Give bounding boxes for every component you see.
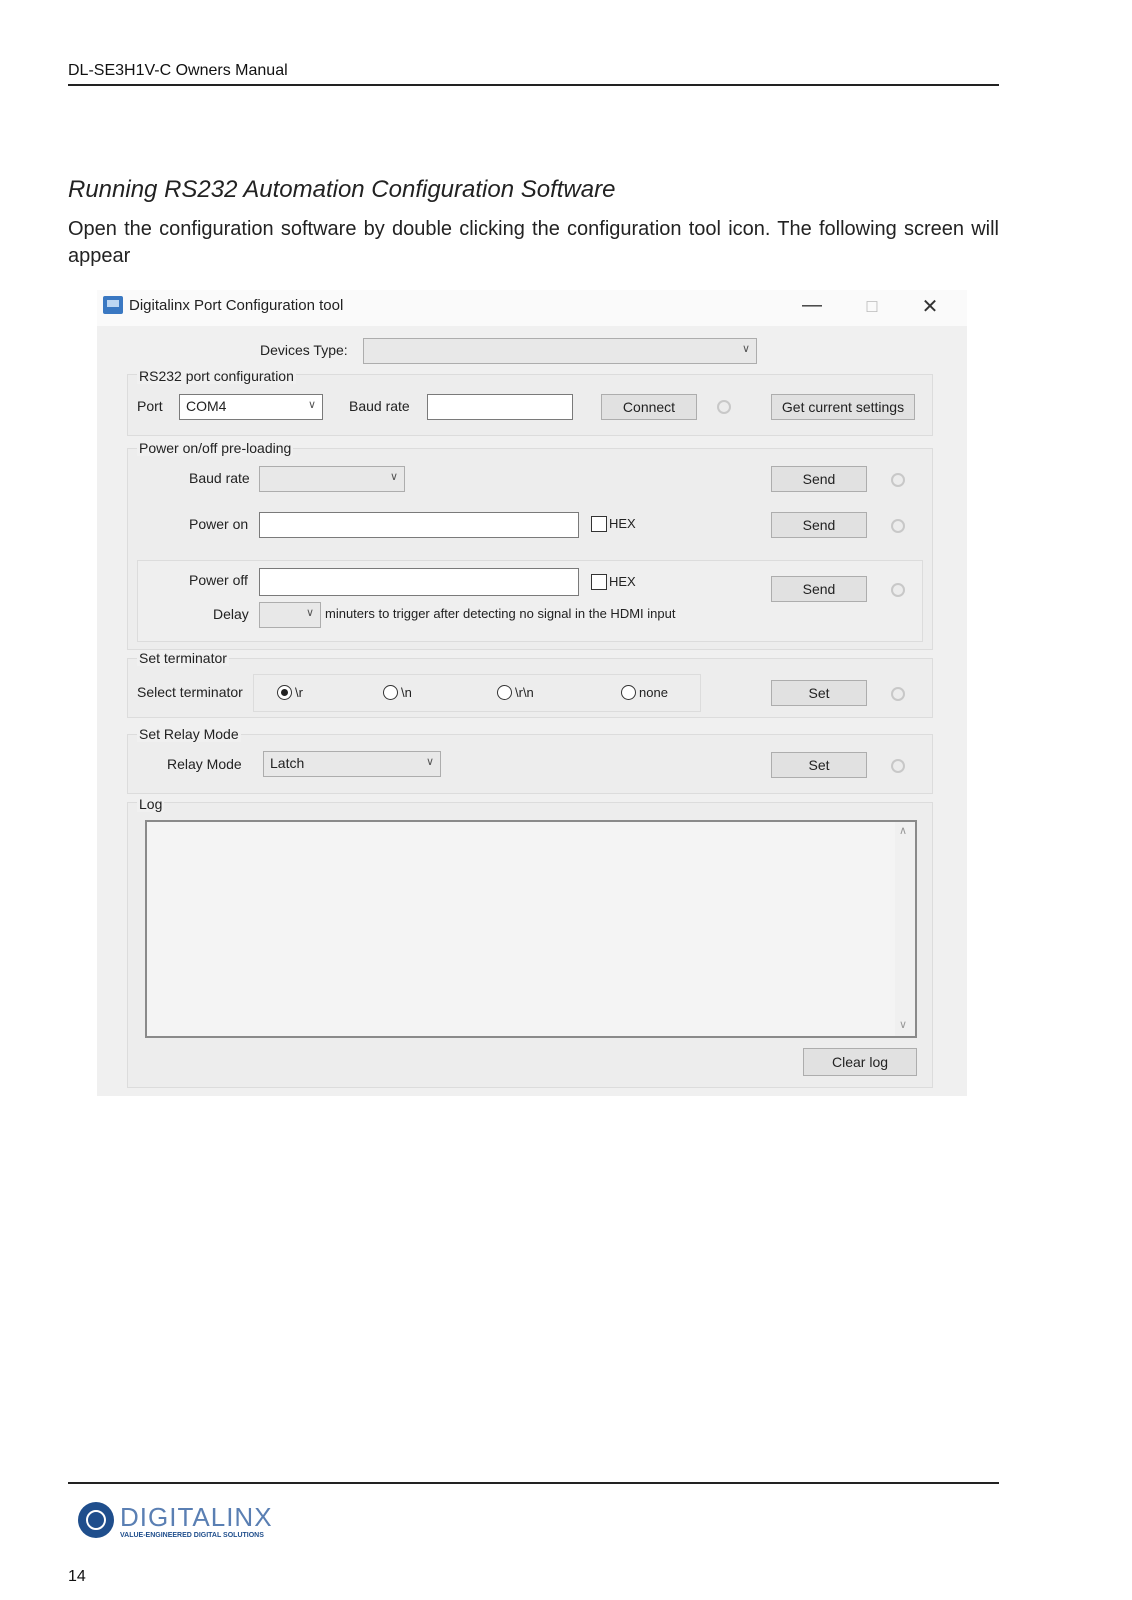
- power-baud-label: Baud rate: [189, 470, 250, 486]
- relay-mode-label: Relay Mode: [167, 756, 242, 772]
- terminator-group-label: Set terminator: [137, 650, 229, 666]
- terminator-option-n: \n: [401, 685, 412, 700]
- log-textarea[interactable]: [145, 820, 917, 1038]
- digitalinx-logo-icon: [78, 1502, 114, 1538]
- port-label: Port: [137, 398, 163, 414]
- get-current-settings-button[interactable]: Get current settings: [771, 394, 915, 420]
- chevron-down-icon: ∨: [389, 471, 398, 483]
- power-off-hex-checkbox[interactable]: [591, 574, 607, 590]
- chevron-down-icon: ∨: [741, 343, 750, 355]
- section-title: Running RS232 Automation Configuration S…: [68, 176, 616, 203]
- send-baud-button[interactable]: Send: [771, 466, 867, 492]
- config-tool-window: Digitalinx Port Configuration tool — ☐ ✕…: [97, 290, 967, 1096]
- rs232-group-label: RS232 port configuration: [137, 368, 296, 384]
- send-power-off-button[interactable]: Send: [771, 576, 867, 602]
- select-terminator-label: Select terminator: [137, 684, 243, 700]
- power-on-label: Power on: [189, 516, 249, 532]
- terminator-radio-n[interactable]: [383, 685, 398, 700]
- power-on-input[interactable]: [259, 512, 579, 538]
- devices-type-select[interactable]: ∨: [363, 338, 757, 364]
- terminator-option-rn: \r\n: [515, 685, 534, 700]
- terminator-option-r: \r: [295, 685, 303, 700]
- terminator-radio-none[interactable]: [621, 685, 636, 700]
- power-off-hex-label: HEX: [609, 574, 636, 589]
- power-off-label: Power off: [189, 572, 248, 588]
- maximize-icon[interactable]: ☐: [857, 298, 887, 316]
- window-title: Digitalinx Port Configuration tool: [129, 297, 344, 314]
- app-icon: [103, 296, 123, 314]
- power-on-hex-label: HEX: [609, 516, 636, 531]
- power-group-label: Power on/off pre-loading: [137, 440, 294, 456]
- log-scrollbar[interactable]: ∧ ∨: [895, 822, 915, 1036]
- send-baud-status-led: [891, 473, 905, 487]
- chevron-down-icon: ∨: [305, 607, 314, 619]
- delay-description: minuters to trigger after detecting no s…: [325, 606, 676, 621]
- logo-wordmark: DIGITALINX: [120, 1502, 273, 1532]
- send-power-off-status-led: [891, 583, 905, 597]
- manual-header: DL-SE3H1V-C Owners Manual: [68, 62, 288, 79]
- power-off-input[interactable]: [259, 568, 579, 596]
- rs232-baud-input[interactable]: [427, 394, 573, 420]
- intro-paragraph: Open the configuration software by doubl…: [68, 218, 999, 267]
- header-rule: [68, 84, 999, 86]
- relay-group-label: Set Relay Mode: [137, 726, 241, 742]
- chevron-down-icon: ∨: [425, 756, 434, 768]
- logo-tagline: VALUE-ENGINEERED DIGITAL SOLUTIONS: [120, 1532, 264, 1539]
- page-number: 14: [68, 1568, 86, 1585]
- relay-mode-select[interactable]: Latch ∨: [263, 751, 441, 777]
- chevron-down-icon: ∨: [307, 399, 316, 411]
- footer-rule: [68, 1482, 999, 1484]
- power-on-hex-checkbox[interactable]: [591, 516, 607, 532]
- terminator-radio-r[interactable]: [277, 685, 292, 700]
- set-terminator-status-led: [891, 687, 905, 701]
- clear-log-button[interactable]: Clear log: [803, 1048, 917, 1076]
- connect-button[interactable]: Connect: [601, 394, 697, 420]
- minimize-icon[interactable]: —: [797, 294, 827, 317]
- title-bar: Digitalinx Port Configuration tool — ☐ ✕: [97, 290, 967, 326]
- rs232-baud-label: Baud rate: [349, 398, 410, 414]
- log-group-label: Log: [137, 796, 165, 812]
- set-relay-button[interactable]: Set: [771, 752, 867, 778]
- port-value: COM4: [186, 398, 227, 414]
- devices-type-label: Devices Type:: [260, 342, 348, 358]
- terminator-radio-rn[interactable]: [497, 685, 512, 700]
- terminator-option-none: none: [639, 685, 668, 700]
- scroll-up-icon[interactable]: ∧: [899, 824, 907, 837]
- port-select[interactable]: COM4 ∨: [179, 394, 323, 420]
- send-power-on-button[interactable]: Send: [771, 512, 867, 538]
- delay-select[interactable]: ∨: [259, 602, 321, 628]
- relay-mode-value: Latch: [270, 755, 305, 771]
- send-power-on-status-led: [891, 519, 905, 533]
- connect-status-led: [717, 400, 731, 414]
- close-icon[interactable]: ✕: [915, 294, 945, 319]
- scroll-down-icon[interactable]: ∨: [899, 1018, 907, 1031]
- set-terminator-button[interactable]: Set: [771, 680, 867, 706]
- set-relay-status-led: [891, 759, 905, 773]
- power-baud-select[interactable]: ∨: [259, 466, 405, 492]
- delay-label: Delay: [213, 606, 249, 622]
